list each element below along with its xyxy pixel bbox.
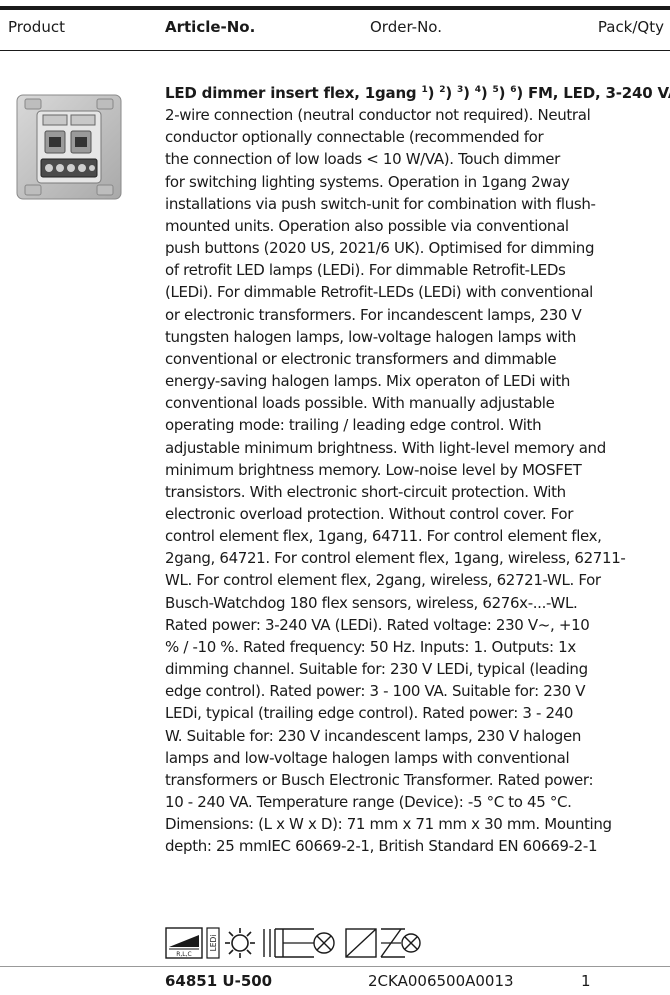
description-line: (LEDi). For dimmable Retrofit-LEDs (LEDi…: [165, 283, 593, 302]
product-image: [16, 94, 122, 200]
description-line: Rated power: 3-240 VA (LEDi). Rated volt…: [165, 615, 590, 634]
description-line: Dimensions: (L x W x D): 71 mm x 71 mm x…: [165, 815, 612, 834]
product-description: LED dimmer insert flex, 1gang 1) 2) 3) 4…: [165, 79, 670, 857]
description-line: or electronic transformers. For incandes…: [165, 305, 582, 324]
description-line: Busch-Watchdog 180 flex sensors, wireles…: [165, 593, 578, 612]
description-line: conventional or electronic transformers …: [165, 349, 557, 368]
header-order-no: Order-No.: [370, 18, 442, 36]
transformer-lamp-icon: [345, 928, 421, 958]
description-line: transistors. With electronic short-circu…: [165, 482, 566, 501]
description-line: LEDi, typical (trailing edge control). R…: [165, 704, 574, 723]
order-number: 2CKA006500A0013: [368, 972, 514, 990]
lamp-sun-icon: [225, 928, 255, 958]
product-title: LED dimmer insert flex, 1gang 1) 2) 3) 4…: [165, 84, 670, 102]
header-pack-qty: Pack/Qty: [597, 18, 664, 36]
description-line: the connection of low loads < 10 W/VA). …: [165, 150, 561, 169]
header-product: Product: [8, 18, 65, 36]
description-line: dimming channel. Suitable for: 230 V LED…: [165, 660, 588, 679]
description-line: conductor optionally connectable (recomm…: [165, 128, 544, 147]
svg-text:R,L,C: R,L,C: [176, 951, 192, 958]
pack-qty: 1: [581, 972, 591, 990]
description-line: 2-wire connection (neutral conductor not…: [165, 106, 591, 125]
table-header: Product Article-No. Order-No. Pack/Qty: [0, 18, 670, 44]
ledi-icon: LEDi: [206, 927, 220, 959]
footer-rule: [0, 966, 670, 967]
description-line: installations via push switch-unit for c…: [165, 194, 596, 213]
description-line: push buttons (2020 US, 2021/6 UK). Optim…: [165, 239, 595, 258]
product-order-row: 64851 U-500 2CKA006500A0013 1: [0, 972, 670, 994]
header-article-no: Article-No.: [165, 18, 256, 36]
description-line: W. Suitable for: 230 V incandescent lamp…: [165, 726, 582, 745]
description-line: transformers or Busch Electronic Transfo…: [165, 770, 594, 789]
description-line: % / -10 %. Rated frequency: 50 Hz. Input…: [165, 637, 576, 656]
description-line: depth: 25 mmIEC 60669-2-1, British Stand…: [165, 837, 598, 856]
article-number: 64851 U-500: [165, 972, 273, 990]
svg-text:LEDi: LEDi: [209, 935, 218, 952]
header-rule: [0, 50, 670, 51]
top-rule: [0, 6, 670, 10]
description-line: mounted units. Operation also possible v…: [165, 216, 569, 235]
description-line: control element flex, 1gang, 64711. For …: [165, 527, 602, 546]
description-line: of retrofit LED lamps (LEDi). For dimmab…: [165, 261, 566, 280]
description-line: for switching lighting systems. Operatio…: [165, 172, 570, 191]
description-line: energy-saving halogen lamps. Mix operato…: [165, 372, 571, 391]
halogen-lamp-icon: [263, 928, 335, 958]
description-line: lamps and low-voltage halogen lamps with…: [165, 748, 570, 767]
description-line: edge control). Rated power: 3 - 100 VA. …: [165, 682, 586, 701]
description-line: operating mode: trailing / leading edge …: [165, 416, 542, 435]
description-line: tungsten halogen lamps, low-voltage halo…: [165, 327, 577, 346]
description-line: electronic overload protection. Without …: [165, 504, 574, 523]
description-line: WL. For control element flex, 2gang, wir…: [165, 571, 601, 590]
dimmer-rlc-icon: R,L,C: [165, 927, 203, 959]
description-line: conventional loads possible. With manual…: [165, 394, 555, 413]
description-line: 2gang, 64721. For control element flex, …: [165, 549, 626, 568]
description-line: 10 - 240 VA. Temperature range (Device):…: [165, 793, 572, 811]
description-line: adjustable minimum brightness. With ligh…: [165, 438, 606, 457]
description-line: minimum brightness memory. Low-noise lev…: [165, 460, 582, 479]
